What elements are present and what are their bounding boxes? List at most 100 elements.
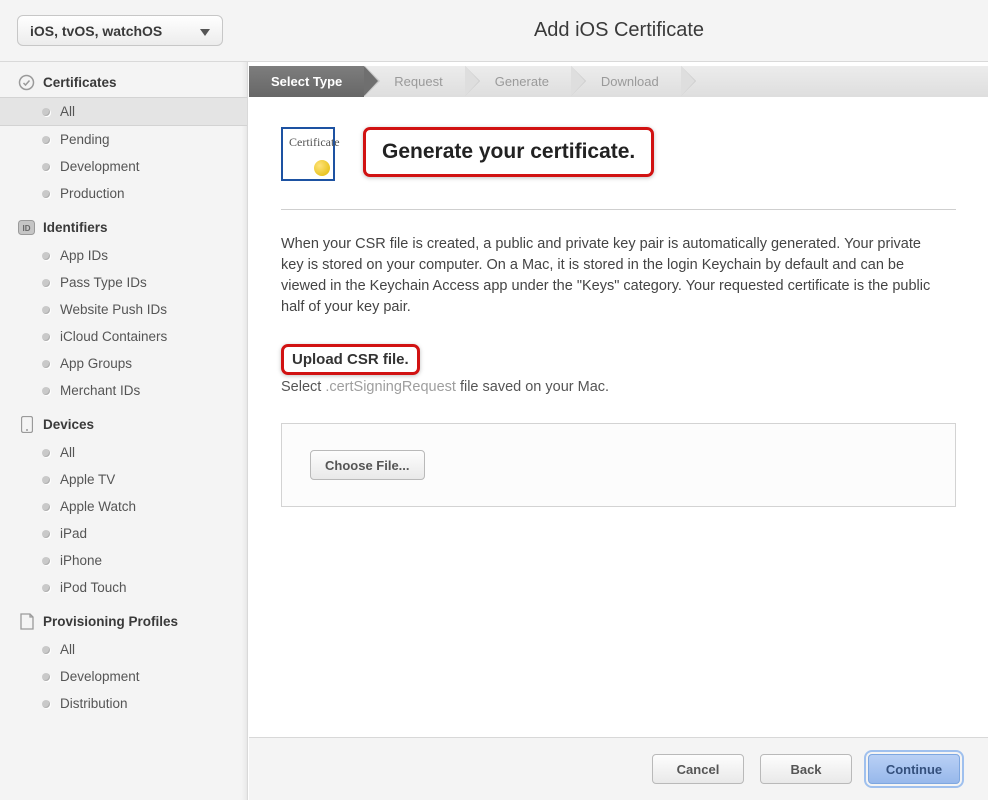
upload-heading: Upload CSR file.: [281, 344, 420, 375]
sidebar-item-label: Development: [60, 669, 140, 684]
button-label: Cancel: [677, 762, 720, 777]
wizard-step-label: Select Type: [271, 74, 342, 89]
sidebar-section-identifiers: ID Identifiers: [0, 207, 247, 242]
sidebar-item-label: iCloud Containers: [60, 329, 167, 344]
sidebar-item-pass-type-ids[interactable]: Pass Type IDs: [0, 269, 247, 296]
cancel-button[interactable]: Cancel: [652, 754, 744, 784]
sidebar-item-certificates-pending[interactable]: Pending: [0, 126, 247, 153]
wizard-step-label: Generate: [495, 74, 549, 89]
platform-dropdown[interactable]: iOS, tvOS, watchOS: [17, 15, 223, 46]
upload-hint-post: file saved on your Mac.: [456, 379, 609, 395]
bullet-icon: [42, 700, 50, 708]
bullet-icon: [42, 190, 50, 198]
page-title: Add iOS Certificate: [534, 19, 704, 42]
sidebar-section-certificates: Certificates: [0, 62, 247, 97]
sidebar-item-profiles-all[interactable]: All: [0, 636, 247, 663]
page-heading: Generate your certificate.: [382, 140, 635, 164]
footer-actions: Cancel Back Continue: [249, 737, 988, 800]
bullet-icon: [42, 673, 50, 681]
certificate-icon: [18, 74, 35, 91]
back-button[interactable]: Back: [760, 754, 852, 784]
heading-highlight: Generate your certificate.: [363, 127, 654, 177]
sidebar-item-label: Apple Watch: [60, 499, 136, 514]
bullet-icon: [42, 476, 50, 484]
bullet-icon: [42, 449, 50, 457]
wizard-step-generate[interactable]: Generate: [465, 66, 571, 97]
upload-hint-code: .certSigningRequest: [325, 379, 456, 395]
wizard-step-label: Request: [394, 74, 442, 89]
sidebar-item-label: All: [60, 445, 75, 460]
wizard-steps: Select Type Request Generate Download: [249, 66, 988, 97]
sidebar-item-icloud-containers[interactable]: iCloud Containers: [0, 323, 247, 350]
sidebar-item-certificates-development[interactable]: Development: [0, 153, 247, 180]
sidebar-item-label: Apple TV: [60, 472, 115, 487]
divider: [281, 209, 956, 210]
wizard-step-select-type[interactable]: Select Type: [249, 66, 364, 97]
sidebar-item-apple-watch[interactable]: Apple Watch: [0, 493, 247, 520]
seal-icon: [314, 160, 330, 176]
sidebar-item-certificates-production[interactable]: Production: [0, 180, 247, 207]
platform-dropdown-label: iOS, tvOS, watchOS: [30, 23, 162, 39]
bullet-icon: [42, 584, 50, 592]
sidebar-item-devices-all[interactable]: All: [0, 439, 247, 466]
sidebar-section-devices: Devices: [0, 404, 247, 439]
sidebar-item-label: Development: [60, 159, 140, 174]
device-icon: [18, 416, 35, 433]
sidebar-item-label: Merchant IDs: [60, 383, 140, 398]
sidebar-item-label: All: [60, 104, 75, 119]
continue-button[interactable]: Continue: [868, 754, 960, 784]
wizard-step-download[interactable]: Download: [571, 66, 681, 97]
profile-icon: [18, 613, 35, 630]
button-label: Back: [790, 762, 821, 777]
bullet-icon: [42, 306, 50, 314]
sidebar-item-ipod-touch[interactable]: iPod Touch: [0, 574, 247, 601]
bullet-icon: [42, 163, 50, 171]
id-icon: ID: [18, 219, 35, 236]
bullet-icon: [42, 646, 50, 654]
sidebar-section-title: Provisioning Profiles: [43, 614, 178, 629]
sidebar-item-ipad[interactable]: iPad: [0, 520, 247, 547]
description-paragraph: When your CSR file is created, a public …: [281, 234, 931, 318]
wizard-tail: [681, 66, 988, 97]
bullet-icon: [42, 279, 50, 287]
certificate-icon-label: Certificate: [289, 135, 340, 150]
sidebar-section-title: Devices: [43, 417, 94, 432]
svg-text:ID: ID: [23, 224, 31, 233]
sidebar-section-title: Identifiers: [43, 220, 108, 235]
sidebar-item-label: iPad: [60, 526, 87, 541]
bullet-icon: [42, 387, 50, 395]
upload-hint-pre: Select: [281, 379, 325, 395]
wizard-step-label: Download: [601, 74, 659, 89]
sidebar-item-label: App Groups: [60, 356, 132, 371]
certificate-hero-icon: Certificate: [281, 127, 335, 181]
sidebar-item-profiles-development[interactable]: Development: [0, 663, 247, 690]
sidebar-item-profiles-distribution[interactable]: Distribution: [0, 690, 247, 717]
bullet-icon: [42, 360, 50, 368]
sidebar-item-app-ids[interactable]: App IDs: [0, 242, 247, 269]
bullet-icon: [42, 530, 50, 538]
sidebar-item-label: iPhone: [60, 553, 102, 568]
choose-file-button[interactable]: Choose File...: [310, 450, 425, 480]
sidebar-item-label: Distribution: [60, 696, 128, 711]
upload-hint: Select .certSigningRequest file saved on…: [281, 379, 956, 395]
bullet-icon: [42, 108, 50, 116]
sidebar-item-label: Pending: [60, 132, 110, 147]
chevron-down-icon: [200, 23, 210, 39]
sidebar-item-label: Production: [60, 186, 125, 201]
choose-file-label: Choose File...: [325, 458, 410, 473]
sidebar-item-apple-tv[interactable]: Apple TV: [0, 466, 247, 493]
bullet-icon: [42, 136, 50, 144]
sidebar-item-iphone[interactable]: iPhone: [0, 547, 247, 574]
sidebar-item-label: App IDs: [60, 248, 108, 263]
sidebar-item-certificates-all[interactable]: All: [0, 97, 247, 126]
bullet-icon: [42, 557, 50, 565]
sidebar-item-app-groups[interactable]: App Groups: [0, 350, 247, 377]
bullet-icon: [42, 252, 50, 260]
sidebar-item-merchant-ids[interactable]: Merchant IDs: [0, 377, 247, 404]
sidebar: Certificates All Pending Development Pro…: [0, 62, 248, 800]
sidebar-item-label: Pass Type IDs: [60, 275, 147, 290]
bullet-icon: [42, 503, 50, 511]
bullet-icon: [42, 333, 50, 341]
button-label: Continue: [886, 762, 942, 777]
sidebar-item-website-push-ids[interactable]: Website Push IDs: [0, 296, 247, 323]
